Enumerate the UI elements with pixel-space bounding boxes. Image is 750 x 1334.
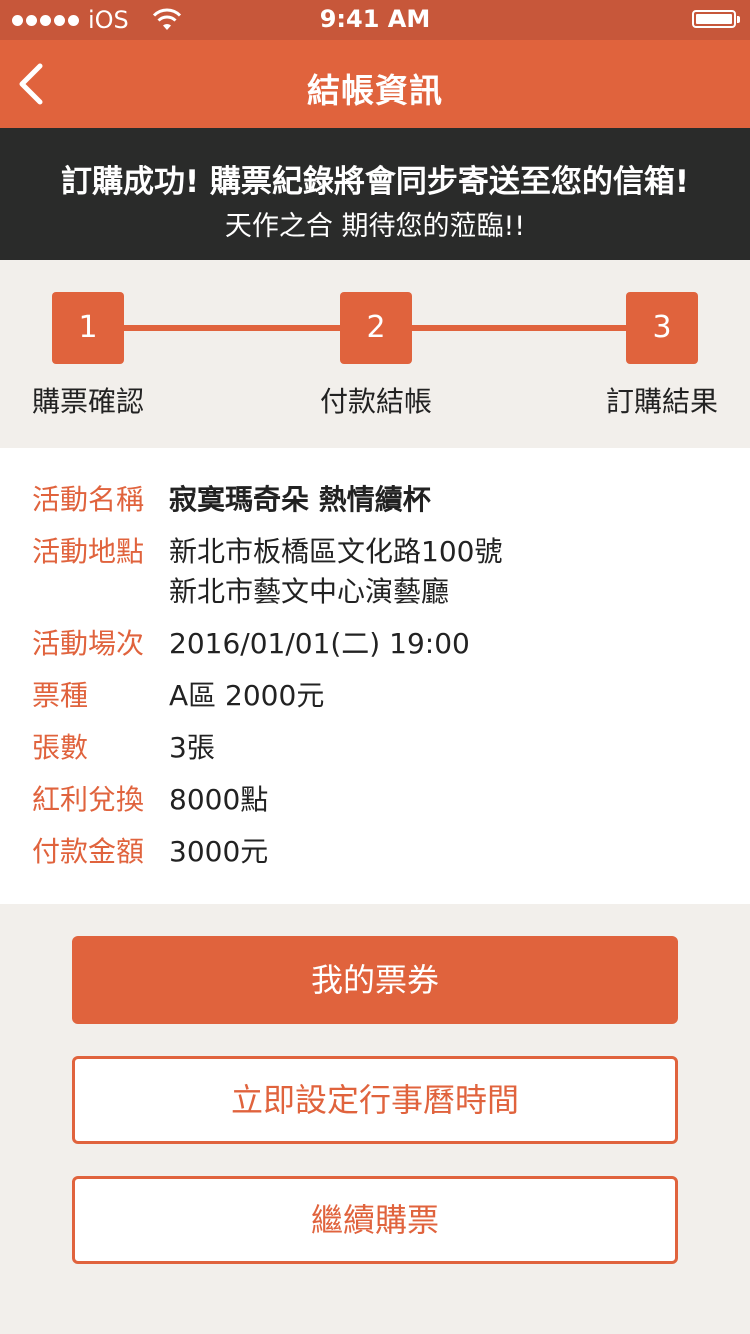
success-message: 訂購成功! 購票紀錄將會同步寄送至您的信箱! bbox=[60, 164, 690, 200]
quantity-value: 3張 bbox=[169, 731, 215, 764]
set-calendar-button[interactable]: 立即設定行事曆時間 bbox=[72, 1056, 678, 1144]
quantity-label: 張數 bbox=[32, 731, 89, 764]
step-1-label: 購票確認 bbox=[31, 385, 144, 418]
step-3-label: 訂購結果 bbox=[605, 385, 718, 418]
status-time: 9:41 AM bbox=[319, 5, 431, 33]
step-3-number: 3 bbox=[626, 292, 698, 364]
continue-purchase-button[interactable]: 繼續購票 bbox=[72, 1176, 678, 1264]
session-value: 2016/01/01(二) 19:00 bbox=[169, 627, 470, 660]
progress-steps: 1 2 3 購票確認 付款結帳 訂購結果 bbox=[0, 260, 750, 448]
ticket-type-value: A區 2000元 bbox=[169, 679, 325, 712]
event-name-label: 活動名稱 bbox=[32, 483, 145, 516]
amount-label: 付款金額 bbox=[32, 835, 145, 868]
amount-value: 3000元 bbox=[169, 835, 269, 868]
page-title: 結帳資訊 bbox=[307, 71, 443, 110]
step-2-label: 付款結帳 bbox=[319, 385, 432, 418]
success-banner: 訂購成功! 購票紀錄將會同步寄送至您的信箱! 天作之合 期待您的蒞臨!! bbox=[0, 128, 750, 260]
event-name-value: 寂寞瑪奇朵 熱情續杯 bbox=[169, 483, 431, 516]
status-bar: iOS 9:41 AM bbox=[0, 0, 750, 40]
my-tickets-button[interactable]: 我的票券 bbox=[72, 936, 678, 1024]
nav-bar: 結帳資訊 bbox=[0, 40, 750, 128]
step-2-number: 2 bbox=[340, 292, 412, 364]
step-1-number: 1 bbox=[52, 292, 124, 364]
venue-label: 活動地點 bbox=[32, 535, 145, 568]
ticket-type-label: 票種 bbox=[32, 679, 89, 712]
venue-hall: 新北市藝文中心演藝廳 bbox=[169, 575, 450, 608]
bonus-label: 紅利兌換 bbox=[32, 783, 145, 816]
venue-address: 新北市板橋區文化路100號 bbox=[169, 535, 503, 568]
battery-icon bbox=[692, 10, 740, 28]
welcome-message: 天作之合 期待您的蒞臨!! bbox=[224, 211, 526, 242]
bonus-value: 8000點 bbox=[169, 783, 269, 816]
session-label: 活動場次 bbox=[32, 627, 145, 660]
order-details: 活動名稱 寂寞瑪奇朵 熱情續杯 活動地點 新北市板橋區文化路100號 新北市藝文… bbox=[0, 448, 750, 904]
